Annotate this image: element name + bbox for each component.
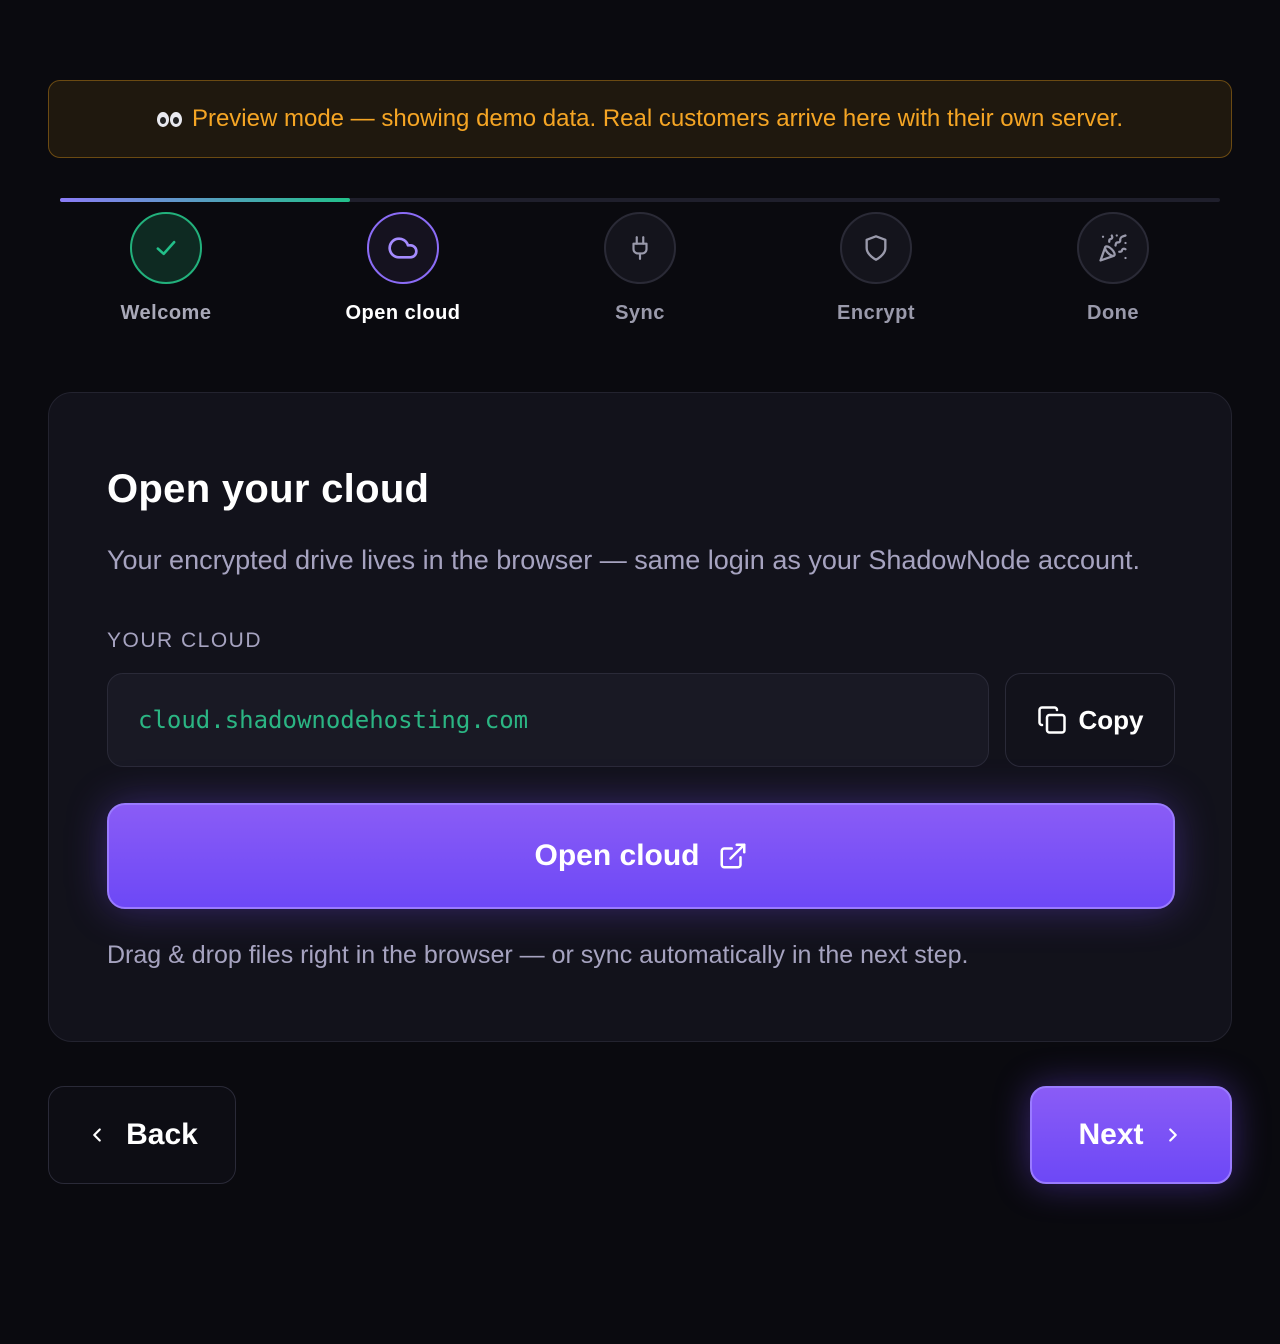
party-popper-icon	[1099, 234, 1127, 262]
step-sync-circle	[604, 212, 676, 284]
next-button-label: Next	[1078, 1118, 1144, 1151]
external-link-icon	[720, 843, 745, 869]
card-title: Open your cloud	[107, 467, 430, 511]
preview-banner: Preview mode — showing demo data. Real c…	[48, 80, 1232, 158]
progress-track	[60, 198, 1220, 202]
step-open-cloud-label: Open cloud	[345, 302, 461, 324]
cloud-icon	[388, 237, 418, 259]
plug-icon	[632, 236, 648, 260]
step-welcome[interactable]: Welcome	[66, 212, 266, 325]
open-cloud-card: Open your cloud Your encrypted drive liv…	[48, 392, 1232, 1042]
step-done-label: Done	[1087, 302, 1139, 324]
next-button[interactable]: Next	[1030, 1086, 1232, 1184]
step-open-cloud-circle	[367, 212, 439, 284]
step-welcome-circle	[130, 212, 202, 284]
copy-icon	[1037, 706, 1066, 734]
shield-icon	[865, 235, 887, 261]
back-button[interactable]: Back	[48, 1086, 236, 1184]
step-welcome-label: Welcome	[120, 302, 212, 324]
preview-banner-text: Preview mode — showing demo data. Real c…	[191, 105, 1124, 132]
check-icon	[156, 240, 176, 256]
step-sync-label: Sync	[615, 302, 665, 324]
chevron-right-icon	[1168, 1128, 1177, 1142]
progress-fill	[60, 198, 350, 202]
chevron-left-icon	[93, 1128, 101, 1142]
step-sync[interactable]: Sync	[540, 212, 740, 325]
back-button-label: Back	[126, 1118, 198, 1151]
step-encrypt-circle	[840, 212, 912, 284]
cloud-field-label: YOUR CLOUD	[107, 629, 263, 652]
step-done[interactable]: Done	[1013, 212, 1213, 325]
step-done-circle	[1077, 212, 1149, 284]
step-encrypt-label: Encrypt	[837, 302, 915, 324]
step-open-cloud[interactable]: Open cloud	[303, 212, 503, 325]
open-cloud-button[interactable]: Open cloud	[107, 803, 1175, 909]
copy-button[interactable]: Copy	[1005, 673, 1175, 767]
cloud-url-field[interactable]: cloud.shadownodehosting.com	[107, 673, 989, 767]
onboarding-page: Preview mode — showing demo data. Real c…	[0, 0, 1280, 1344]
card-subtitle: Your encrypted drive lives in the browse…	[107, 545, 1141, 575]
open-cloud-button-label: Open cloud	[534, 839, 700, 872]
eyes-icon	[156, 111, 182, 127]
copy-button-label: Copy	[1078, 704, 1144, 735]
card-hint: Drag & drop files right in the browser —…	[107, 941, 969, 969]
cloud-url-text: cloud.shadownodehosting.com	[138, 706, 529, 734]
step-encrypt[interactable]: Encrypt	[776, 212, 976, 325]
